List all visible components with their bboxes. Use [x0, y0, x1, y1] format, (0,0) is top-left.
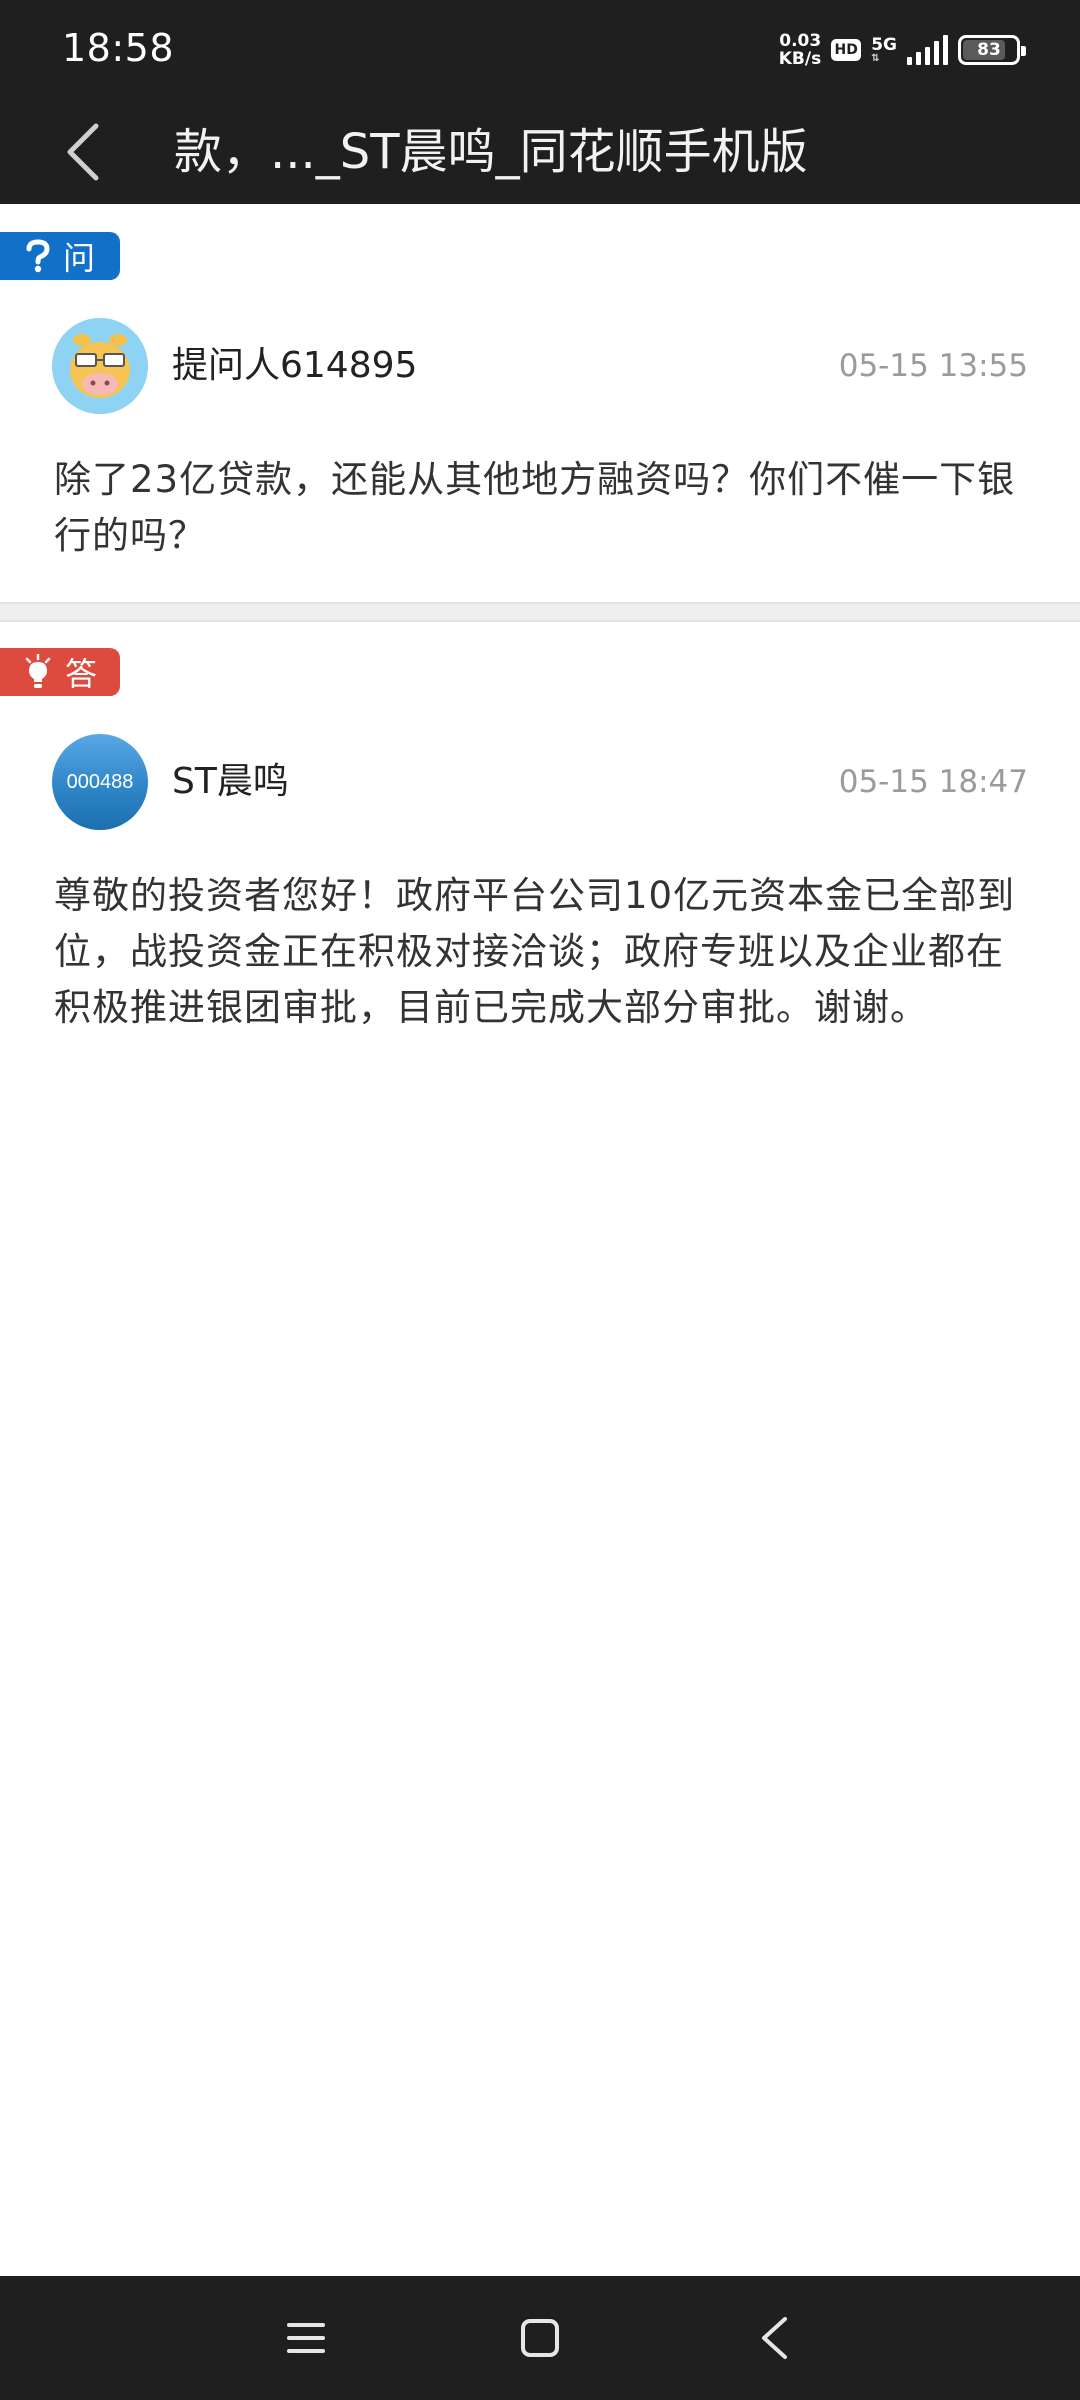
- answer-text: 尊敬的投资者您好！政府平台公司10亿元资本金已全部到位，战投资金正在积极对接洽谈…: [54, 874, 1016, 1029]
- answer-timestamp: 05-15 18:47: [838, 764, 1028, 800]
- answer-badge-label: 答: [64, 655, 97, 693]
- company-stock-code: 000488: [66, 770, 134, 793]
- asker-name[interactable]: 提问人614895: [172, 341, 417, 391]
- network-speed-unit: KB/s: [778, 49, 822, 69]
- status-time: 18:58: [62, 26, 175, 70]
- section-divider: [0, 602, 1080, 622]
- hd-icon: HD: [831, 39, 862, 61]
- page-title: 款，..._ST晨鸣_同花顺手机版: [174, 124, 808, 180]
- system-nav-bar: [0, 2276, 1080, 2400]
- lightbulb-icon: [25, 654, 51, 688]
- company-name[interactable]: ST晨鸣: [172, 757, 289, 807]
- chevron-left-icon: [67, 123, 99, 181]
- answer-badge: 答: [0, 648, 120, 696]
- network-type-icon: 5G ⇅: [871, 35, 897, 64]
- company-avatar[interactable]: 000488: [52, 734, 148, 830]
- signal-strength-icon: [907, 35, 948, 65]
- question-text: 除了23亿贷款，还能从其他地方融资吗？你们不催一下银行的吗？: [54, 458, 1016, 557]
- question-badge-label: 问: [62, 239, 95, 277]
- battery-icon: 83: [958, 35, 1026, 65]
- question-timestamp: 05-15 13:55: [838, 348, 1028, 384]
- status-icons: 0.03 KB/s HD 5G ⇅ 83: [779, 28, 1026, 72]
- network-speed-value: 0.03: [779, 31, 822, 51]
- home-square-icon: [521, 2319, 559, 2357]
- menu-icon: [287, 2323, 325, 2353]
- back-triangle-icon: [762, 2317, 787, 2359]
- battery-level-text: 83: [977, 40, 1001, 60]
- question-badge: 问: [0, 232, 120, 280]
- home-button[interactable]: [500, 2298, 580, 2378]
- app-header: 款，..._ST晨鸣_同花顺手机版: [0, 100, 1080, 204]
- network-speed: 0.03 KB/s: [779, 32, 821, 68]
- network-type-label: 5G: [871, 35, 897, 55]
- back-button[interactable]: [48, 120, 120, 184]
- status-bar: 18:58 0.03 KB/s HD 5G ⇅ 83: [0, 0, 1080, 100]
- cartoon-cow-avatar-icon: [52, 318, 148, 414]
- asker-avatar[interactable]: [52, 318, 148, 414]
- system-back-button[interactable]: [734, 2298, 814, 2378]
- question-mark-icon: [26, 239, 50, 273]
- recent-apps-button[interactable]: [266, 2298, 346, 2378]
